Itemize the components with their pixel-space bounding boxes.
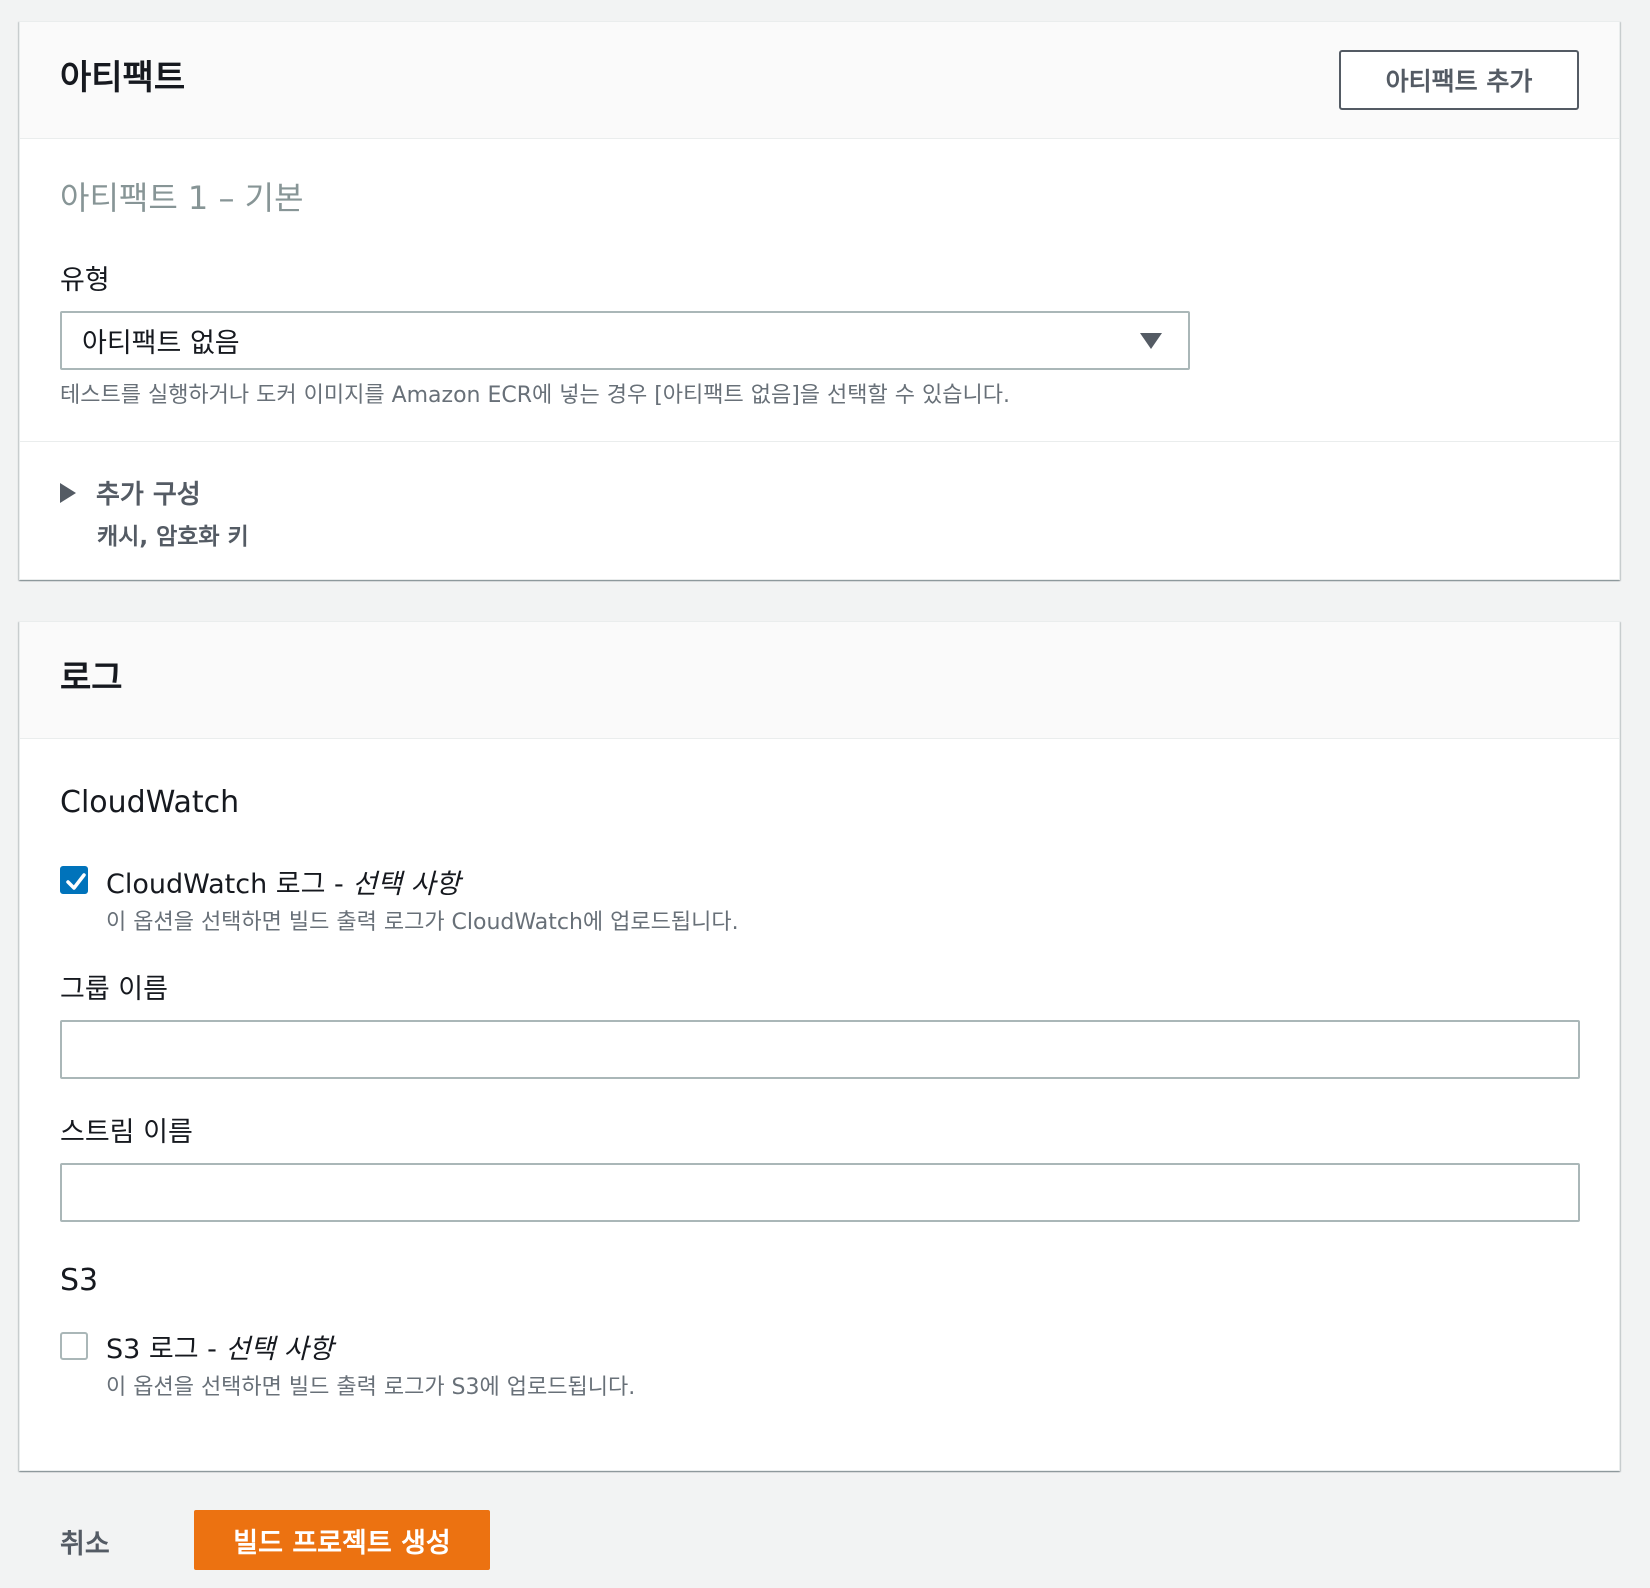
s3-optional-text: 선택 사항 xyxy=(225,1334,334,1365)
logs-panel-header: 로그 xyxy=(20,622,1619,739)
type-select[interactable]: 아티팩트 없음 xyxy=(60,311,1190,370)
cloudwatch-logs-description: 이 옵션을 선택하면 빌드 출력 로그가 CloudWatch에 업로드됩니다. xyxy=(106,910,739,935)
s3-logs-description: 이 옵션을 선택하면 빌드 출력 로그가 S3에 업로드됩니다. xyxy=(106,1375,636,1400)
type-label: 유형 xyxy=(60,265,110,296)
create-build-project-button[interactable]: 빌드 프로젝트 생성 xyxy=(194,1510,490,1570)
logs-panel: 로그 CloudWatch CloudWatch 로그 - 선택 사항 이 옵션… xyxy=(19,621,1620,1471)
caret-down-icon xyxy=(1140,333,1162,349)
group-name-label: 그룹 이름 xyxy=(60,974,168,1005)
artifact-1-heading: 아티팩트 1 – 기본 xyxy=(60,179,304,217)
logs-title: 로그 xyxy=(60,658,123,698)
type-select-value: 아티팩트 없음 xyxy=(82,328,240,359)
type-description: 테스트를 실행하거나 도커 이미지를 Amazon ECR에 넣는 경우 [아티… xyxy=(60,383,1010,408)
add-artifact-button[interactable]: 아티팩트 추가 xyxy=(1339,50,1579,110)
additional-config-title: 추가 구성 xyxy=(96,480,201,510)
divider xyxy=(20,441,1619,442)
cancel-button[interactable]: 취소 xyxy=(60,1522,110,1561)
additional-config-expander[interactable]: 추가 구성 xyxy=(60,474,201,511)
group-name-input[interactable] xyxy=(60,1020,1580,1079)
cloudwatch-logs-label-text: CloudWatch 로그 - xyxy=(106,869,353,900)
caret-right-icon xyxy=(60,482,76,503)
cloudwatch-logs-checkbox[interactable] xyxy=(60,866,88,894)
s3-logs-checkbox[interactable] xyxy=(60,1332,88,1360)
s3-logs-label-text: S3 로그 - xyxy=(106,1334,226,1365)
additional-config-subtitle: 캐시, 암호화 키 xyxy=(97,524,249,550)
cloudwatch-section-title: CloudWatch xyxy=(60,785,240,820)
s3-logs-label: S3 로그 - 선택 사항 xyxy=(106,1327,333,1366)
cloudwatch-optional-text: 선택 사항 xyxy=(352,869,461,900)
s3-section-title: S3 xyxy=(60,1263,99,1298)
checkmark-icon xyxy=(66,873,86,890)
stream-name-label: 스트림 이름 xyxy=(60,1117,193,1148)
artifacts-panel-header: 아티팩트 아티팩트 추가 xyxy=(20,22,1619,139)
cloudwatch-logs-label: CloudWatch 로그 - 선택 사항 xyxy=(106,862,460,901)
artifacts-title: 아티팩트 xyxy=(60,58,186,98)
artifacts-panel: 아티팩트 아티팩트 추가 아티팩트 1 – 기본 유형 아티팩트 없음 테스트를… xyxy=(19,21,1620,580)
stream-name-input[interactable] xyxy=(60,1163,1580,1222)
